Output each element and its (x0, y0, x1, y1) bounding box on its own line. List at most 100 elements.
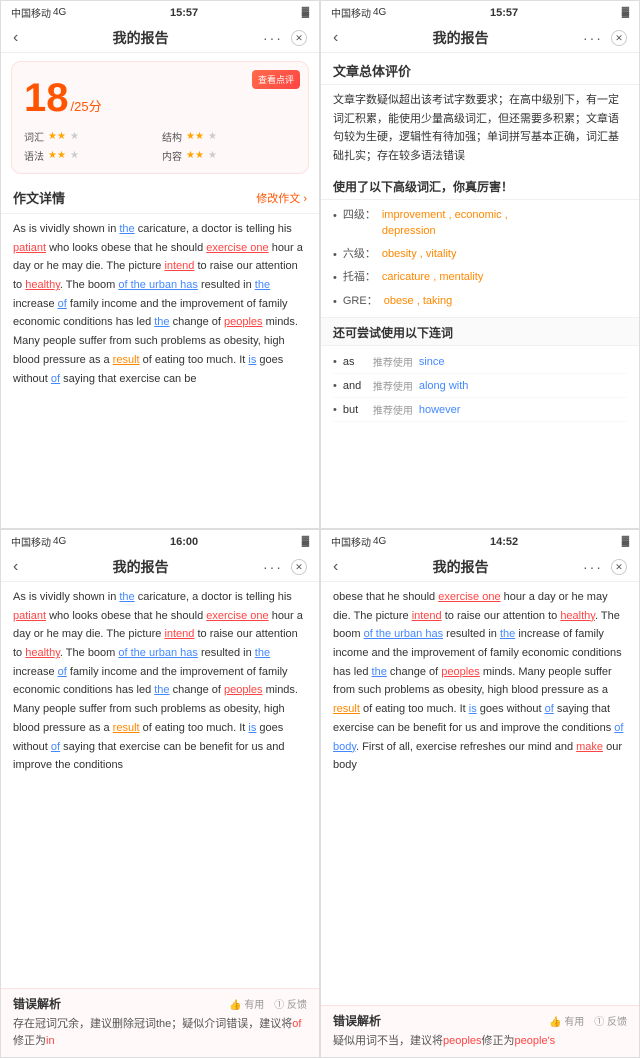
error-text-4: 疑似用词不当，建议将peoples修正为people's (333, 1033, 627, 1051)
close-button-3[interactable]: ✕ (291, 559, 307, 575)
score-grammar: 语法 ★★★ (24, 148, 158, 163)
of-the-urban-p4: of the urban has (364, 628, 444, 640)
more-button-1[interactable]: ··· (263, 30, 283, 46)
carrier-2: 中国移动 4G (331, 5, 386, 20)
of-the-urban-has-1: of the urban has (118, 279, 198, 291)
peoples-p4: peoples (441, 666, 480, 678)
vocab-gre-words: obese , taking (384, 293, 453, 310)
score-vocab-stars: ★★ (48, 131, 66, 142)
the-3: the (154, 316, 169, 328)
feedback-button-3[interactable]: ① 反馈 (274, 996, 307, 1011)
essay-text-3: As is vividly shown in the caricature, a… (1, 582, 319, 781)
result-p4: result (333, 703, 360, 715)
close-button-1[interactable]: ✕ (291, 30, 307, 46)
error-title-4: 错误解析 (333, 1012, 381, 1029)
close-button-2[interactable]: ✕ (611, 30, 627, 46)
panel-1-body: 查看点评 18 /25分 词汇 ★★★ 结构 ★★★ 语法 ★★★ (1, 53, 319, 528)
essay-section-title: 作文详情 (13, 188, 65, 207)
is-p4: is (469, 703, 477, 715)
of-2: of (51, 373, 60, 385)
more-button-3[interactable]: ··· (263, 559, 283, 575)
the-p3-1: the (119, 591, 134, 603)
connector-item-and: • and 推荐使用 along with (333, 374, 627, 398)
status-bar-2: 中国移动 4G 15:57 ▓ (321, 1, 639, 24)
overall-text: 文章字数疑似超出该考试字数要求；在高中级别下，有一定词汇积累，能使用少量高级词汇… (321, 85, 639, 172)
nav-title-3: 我的报告 (113, 557, 169, 577)
essay-text-4: obese that he should exercise one hour a… (321, 582, 639, 781)
make-p4: make (576, 741, 603, 753)
vocab-item-gre: • GRE： obese , taking (333, 290, 627, 314)
feedback-button-4[interactable]: ① 反馈 (594, 1013, 627, 1028)
panel-2-body: 文章总体评价 文章字数疑似超出该考试字数要求；在高中级别下，有一定词汇积累，能使… (321, 53, 639, 528)
exercise-one-p3: exercise one (206, 610, 268, 622)
intend-p3: intend (164, 628, 194, 640)
status-bar-3: 中国移动 4G 16:00 ▓ (1, 530, 319, 553)
score-grammar-label: 语法 (24, 148, 44, 163)
vocab-list: • 四级： improvement , economic ,depression… (321, 200, 639, 318)
close-button-4[interactable]: ✕ (611, 559, 627, 575)
useful-button-4[interactable]: 👍 有用 (549, 1013, 584, 1028)
vocab-item-cet4: • 四级： improvement , economic ,depression (333, 204, 627, 243)
vocab-item-cet6: • 六级： obesity , vitality (333, 243, 627, 267)
error-highlight-in: in (46, 1035, 55, 1047)
the-p4-2: the (372, 666, 387, 678)
connector-title: 还可尝试使用以下连词 (321, 317, 639, 346)
healthy-1: healthy (25, 279, 60, 291)
connector-item-but: • but 推荐使用 however (333, 398, 627, 422)
score-structure: 结构 ★★★ (162, 129, 296, 144)
back-button-3[interactable]: ‹ (13, 558, 18, 576)
connector-and-alt: along with (419, 380, 469, 392)
nav-title-1: 我的报告 (113, 28, 169, 48)
error-text-3: 存在冠词冗余，建议删除冠词the；疑似介词错误，建议将of修正为in (13, 1016, 307, 1051)
more-button-2[interactable]: ··· (583, 30, 603, 46)
battery-2: ▓ (622, 7, 629, 18)
vocab-item-toefl: • 托福： caricature , mentality (333, 266, 627, 290)
score-structure-stars: ★★ (186, 131, 204, 142)
essay-text-1: As is vividly shown in the caricature, a… (1, 214, 319, 394)
edit-essay-link[interactable]: 修改作文 › (256, 190, 307, 206)
status-bar-4: 中国移动 4G 14:52 ▓ (321, 530, 639, 553)
error-header-3: 错误解析 👍 有用 ① 反馈 (13, 995, 307, 1012)
result-1: result (113, 354, 140, 366)
panel-4: 中国移动 4G 14:52 ▓ ‹ 我的报告 ··· ✕ obese that … (320, 529, 640, 1058)
useful-button-3[interactable]: 👍 有用 (229, 996, 264, 1011)
of-p3-2: of (51, 741, 60, 753)
back-button-2[interactable]: ‹ (333, 29, 338, 47)
nav-bar-3: ‹ 我的报告 ··· ✕ (1, 553, 319, 582)
score-content-label: 内容 (162, 148, 182, 163)
battery-3: ▓ (302, 536, 309, 547)
peoples-1: peoples (224, 316, 263, 328)
score-vocab: 词汇 ★★★ (24, 129, 158, 144)
panel-3: 中国移动 4G 16:00 ▓ ‹ 我的报告 ··· ✕ As is vivid… (0, 529, 320, 1058)
vocab-title: 使用了以下高级词汇，你真厉害！ (321, 172, 639, 200)
back-button-4[interactable]: ‹ (333, 558, 338, 576)
error-highlight-peoples-correct: people's (515, 1035, 556, 1047)
status-bar-1: 中国移动 4G 15:57 ▓ (1, 1, 319, 24)
panel-4-body: obese that he should exercise one hour a… (321, 582, 639, 1005)
panel-1: 中国移动 4G 15:57 ▓ ‹ 我的报告 ··· ✕ 查看点评 18 /25… (0, 0, 320, 529)
battery-1: ▓ (302, 7, 309, 18)
essay-section-header: 作文详情 修改作文 › (1, 182, 319, 214)
score-content: 内容 ★★★ (162, 148, 296, 163)
score-structure-label: 结构 (162, 129, 182, 144)
score-vocab-label: 词汇 (24, 129, 44, 144)
the-p4-1: the (500, 628, 515, 640)
the-p3-3: the (154, 684, 169, 696)
nav-title-4: 我的报告 (433, 557, 489, 577)
score-card: 查看点评 18 /25分 词汇 ★★★ 结构 ★★★ 语法 ★★★ (11, 61, 309, 174)
peoples-p3: peoples (224, 684, 263, 696)
check-review-button[interactable]: 查看点评 (252, 70, 300, 89)
error-actions-3: 👍 有用 ① 反馈 (229, 996, 307, 1011)
error-actions-4: 👍 有用 ① 反馈 (549, 1013, 627, 1028)
more-button-4[interactable]: ··· (583, 559, 603, 575)
overall-title: 文章总体评价 (321, 53, 639, 85)
connector-as-alt: since (419, 356, 445, 368)
time-2: 15:57 (490, 7, 518, 19)
back-button-1[interactable]: ‹ (13, 29, 18, 47)
time-4: 14:52 (490, 536, 518, 548)
score-number: 18 (24, 76, 69, 121)
score-content-stars: ★★ (186, 150, 204, 161)
vocab-toefl-words: caricature , mentality (382, 269, 483, 286)
score-grammar-stars: ★★ (48, 150, 66, 161)
the-2: the (255, 279, 270, 291)
